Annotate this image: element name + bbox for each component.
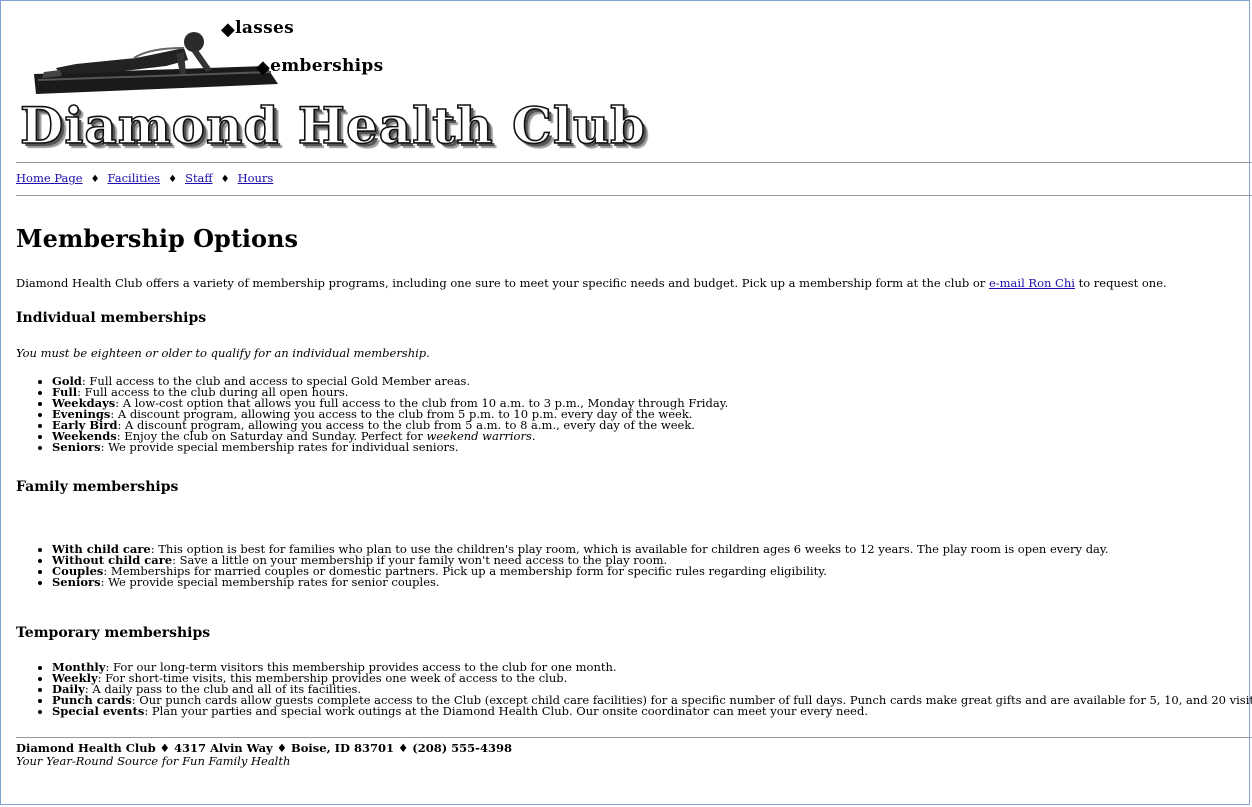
nav-separator-icon: ♦: [90, 174, 100, 185]
logo-banner: ◆lasses ◆emberships Diamond Health Club: [16, 0, 1246, 160]
nav-link-home-page[interactable]: Home Page: [16, 171, 83, 185]
header-divider: [16, 162, 1252, 163]
nav-link-facilities[interactable]: Facilities: [108, 171, 161, 185]
logo-club-title: Diamond Health Club: [19, 96, 647, 155]
temporary-memberships-list: Monthly: For our long-term visitors this…: [36, 661, 1252, 717]
nav-divider: [16, 195, 1252, 196]
logo-memberships-text: ◆emberships: [256, 56, 384, 78]
footer-divider: [16, 737, 1252, 738]
individual-memberships-heading: Individual memberships: [16, 310, 207, 326]
individual-age-note: You must be eighteen or older to qualify…: [16, 346, 430, 360]
footer: Diamond Health Club ♦ 4317 Alvin Way ♦ B…: [16, 742, 512, 768]
diamond-m-icon: ◆: [256, 57, 271, 78]
nav-link-hours[interactable]: Hours: [238, 171, 274, 185]
nav-bar: Home Page ♦ Facilities ♦ Staff ♦ Hours: [16, 172, 273, 186]
page: ◆lasses ◆emberships Diamond Health Club …: [16, 0, 1252, 768]
list-item: Special events: Plan your parties and sp…: [52, 705, 1252, 717]
list-item: Seniors: We provide special membership r…: [52, 441, 728, 453]
intro-paragraph: Diamond Health Club offers a variety of …: [16, 276, 1167, 290]
family-memberships-list: With child care: This option is best for…: [36, 543, 1109, 588]
logo-classes-text: ◆lasses: [221, 18, 294, 40]
nav-separator-icon: ♦: [220, 174, 230, 185]
email-ron-chi-link[interactable]: e-mail Ron Chi: [989, 276, 1075, 290]
individual-memberships-list: Gold: Full access to the club and access…: [36, 375, 728, 453]
temporary-memberships-heading: Temporary memberships: [16, 625, 211, 641]
footer-tagline: Your Year-Round Source for Fun Family He…: [16, 754, 291, 768]
family-memberships-heading: Family memberships: [16, 479, 179, 495]
nav-link-staff[interactable]: Staff: [185, 171, 213, 185]
nav-separator-icon: ♦: [168, 174, 178, 185]
diamond-c-icon: ◆: [221, 19, 236, 40]
list-item: Seniors: We provide special membership r…: [52, 576, 1109, 588]
page-title: Membership Options: [16, 224, 298, 253]
